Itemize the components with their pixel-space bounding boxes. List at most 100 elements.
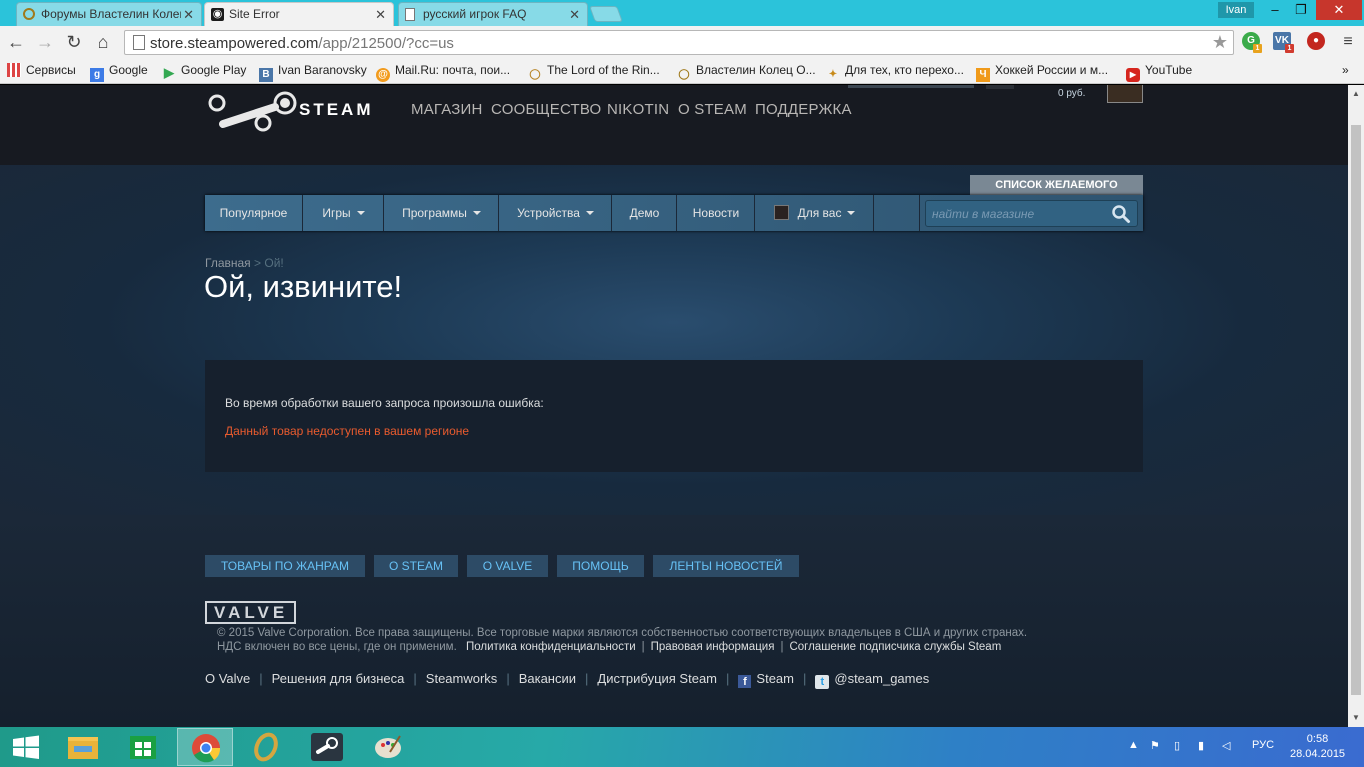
close-tab-icon[interactable]: ✕ [569,7,580,23]
browser-tab-site-error[interactable]: ◉ Site Error ✕ [204,2,394,26]
error-message: Во время обработки вашего запроса произо… [225,396,544,410]
nav-username[interactable]: NIKOTIN [607,101,669,118]
store-icon[interactable] [115,728,171,766]
bookmark-google[interactable]: g Google [90,63,148,82]
bookmark-vlastelin[interactable]: ◯ Властелин Колец О... [677,63,815,82]
start-button[interactable] [0,728,52,766]
breadcrumb-home[interactable]: Главная [205,256,251,270]
subnav-news[interactable]: Новости [678,195,755,231]
tab-strip: Форумы Властелин Колец ✕ ◉ Site Error ✕ … [0,0,1364,26]
steam-icon[interactable] [299,728,355,766]
language-indicator[interactable]: РУС [1252,739,1274,751]
breadcrumb-separator: > [254,256,262,270]
volume-icon[interactable]: ◁ [1222,739,1230,752]
ring-icon [23,8,35,20]
footer-link-jobs[interactable]: Вакансии [519,671,576,686]
restore-icon[interactable]: ❐ [1290,0,1312,20]
back-icon[interactable]: ← [6,31,26,53]
page-scrollbar[interactable]: ▲ ▼ [1348,85,1364,727]
bookmark-star-icon[interactable]: ★ [1212,32,1228,53]
footer-link-business[interactable]: Решения для бизнеса [272,671,405,686]
ssa-link[interactable]: Соглашение подписчика службы Steam [789,641,1001,653]
chrome-user-badge[interactable]: Ivan [1218,2,1254,18]
chrome-icon[interactable] [177,728,233,766]
breadcrumb: Главная > Ой! [205,256,284,270]
address-bar[interactable]: store.steampowered.com/app/212500/?cc=us… [124,30,1234,55]
header-stub [986,85,1014,89]
browser-tab-faq[interactable]: русский игрок FAQ ✕ [398,2,588,26]
steam-page: STEAM МАГАЗИН СООБЩЕСТВО NIKOTIN О STEAM… [0,85,1348,727]
footer-link-facebook[interactable]: f Steam [738,671,794,688]
footer-link-valve[interactable]: О Valve [205,671,250,686]
nav-support[interactable]: ПОДДЕРЖКА [755,101,852,118]
search-input[interactable] [926,201,1111,226]
bookmark-apps[interactable]: Сервисы [7,63,76,77]
footer-link-twitter[interactable]: t @steam_games [815,671,929,689]
steam-logo[interactable]: STEAM [205,90,371,140]
privacy-link[interactable]: Политика конфиденциальности [466,641,636,653]
bookmark-transfer[interactable]: ✦ Для тех, кто перехо... [826,63,964,82]
scrollbar-thumb[interactable] [1351,125,1361,695]
show-hidden-icons[interactable]: ▲ [1128,739,1139,751]
header-stub [848,85,974,88]
paint-icon[interactable] [360,728,416,766]
scroll-down-icon[interactable]: ▼ [1352,713,1360,722]
page-title: Ой, извините! [204,269,403,304]
action-center-flag-icon[interactable]: ⚑ [1150,739,1160,752]
adblock-icon[interactable]: ● [1307,32,1325,50]
error-detail: Данный товар недоступен в вашем регионе [225,424,470,438]
close-tab-icon[interactable]: ✕ [375,7,386,23]
close-tab-icon[interactable]: ✕ [183,7,194,23]
lotr-game-icon[interactable] [238,728,294,766]
reload-icon[interactable]: ↻ [64,31,84,53]
footer-help-button[interactable]: ПОМОЩЬ [557,555,644,577]
wallet-balance[interactable]: 0 руб. [1058,88,1085,99]
footer-about-valve-button[interactable]: О VALVE [467,555,548,577]
nav-store[interactable]: МАГАЗИН [411,101,483,118]
bookmark-youtube[interactable]: ▶ YouTube [1126,63,1192,82]
bookmark-mailru[interactable]: @ Mail.Ru: почта, пои... [376,63,510,82]
wishlist-button[interactable]: СПИСОК ЖЕЛАЕМОГО [970,175,1143,195]
power-icon[interactable]: ▯ [1174,739,1180,752]
search-icon[interactable] [1111,204,1131,224]
bookmarks-more-icon[interactable]: » [1342,63,1349,77]
close-window-icon[interactable]: ✕ [1316,0,1362,20]
footer-genres-button[interactable]: ТОВАРЫ ПО ЖАНРАМ [205,555,365,577]
subnav-spacer [875,195,920,231]
new-tab-button[interactable] [589,6,623,22]
scroll-up-icon[interactable]: ▲ [1352,89,1360,98]
clock[interactable]: 0:58 28.04.2015 [1290,732,1345,762]
footer-link-steamworks[interactable]: Steamworks [426,671,498,686]
footer-link-distribution[interactable]: Дистрибуция Steam [597,671,717,686]
nav-about[interactable]: О STEAM [678,101,747,118]
browser-tab-forums[interactable]: Форумы Властелин Колец ✕ [16,2,202,26]
footer-feeds-button[interactable]: ЛЕНТЫ НОВОСТЕЙ [653,555,799,577]
bookmark-ivan[interactable]: B Ivan Baranovsky [259,63,367,82]
subnav-hardware[interactable]: Устройства [500,195,612,231]
minimize-icon[interactable]: – [1264,0,1286,20]
chevron-down-icon [585,211,594,215]
avatar[interactable] [1107,85,1143,103]
subnav-for-you[interactable]: Для вас [756,195,874,231]
subnav-demos[interactable]: Демо [613,195,677,231]
footer-about-steam-button[interactable]: О STEAM [374,555,458,577]
file-explorer-icon[interactable] [56,728,112,766]
bookmark-google-play[interactable]: ▶ Google Play [162,63,246,80]
home-icon[interactable]: ⌂ [93,31,113,53]
store-search [925,200,1138,227]
subnav-games[interactable]: Игры [304,195,384,231]
bookmark-lotr[interactable]: ◯ The Lord of the Rin... [528,63,659,82]
url-path: /app/212500/?cc=us [318,35,454,52]
menu-icon[interactable]: ≡ [1338,31,1358,53]
forward-icon[interactable]: → [35,31,55,53]
legal-link[interactable]: Правовая информация [651,641,775,653]
bookmark-hockey[interactable]: Ч Хоккей России и м... [976,63,1108,82]
valve-logo[interactable]: VALVE [205,601,296,624]
chevron-down-icon [472,211,481,215]
separator: | [259,671,263,686]
browser-toolbar: ← → ↻ ⌂ store.steampowered.com/app/21250… [0,26,1364,59]
nav-community[interactable]: СООБЩЕСТВО [491,101,601,118]
subnav-software[interactable]: Программы [385,195,499,231]
network-icon[interactable]: ▮ [1198,739,1204,752]
subnav-popular[interactable]: Популярное [205,195,303,231]
